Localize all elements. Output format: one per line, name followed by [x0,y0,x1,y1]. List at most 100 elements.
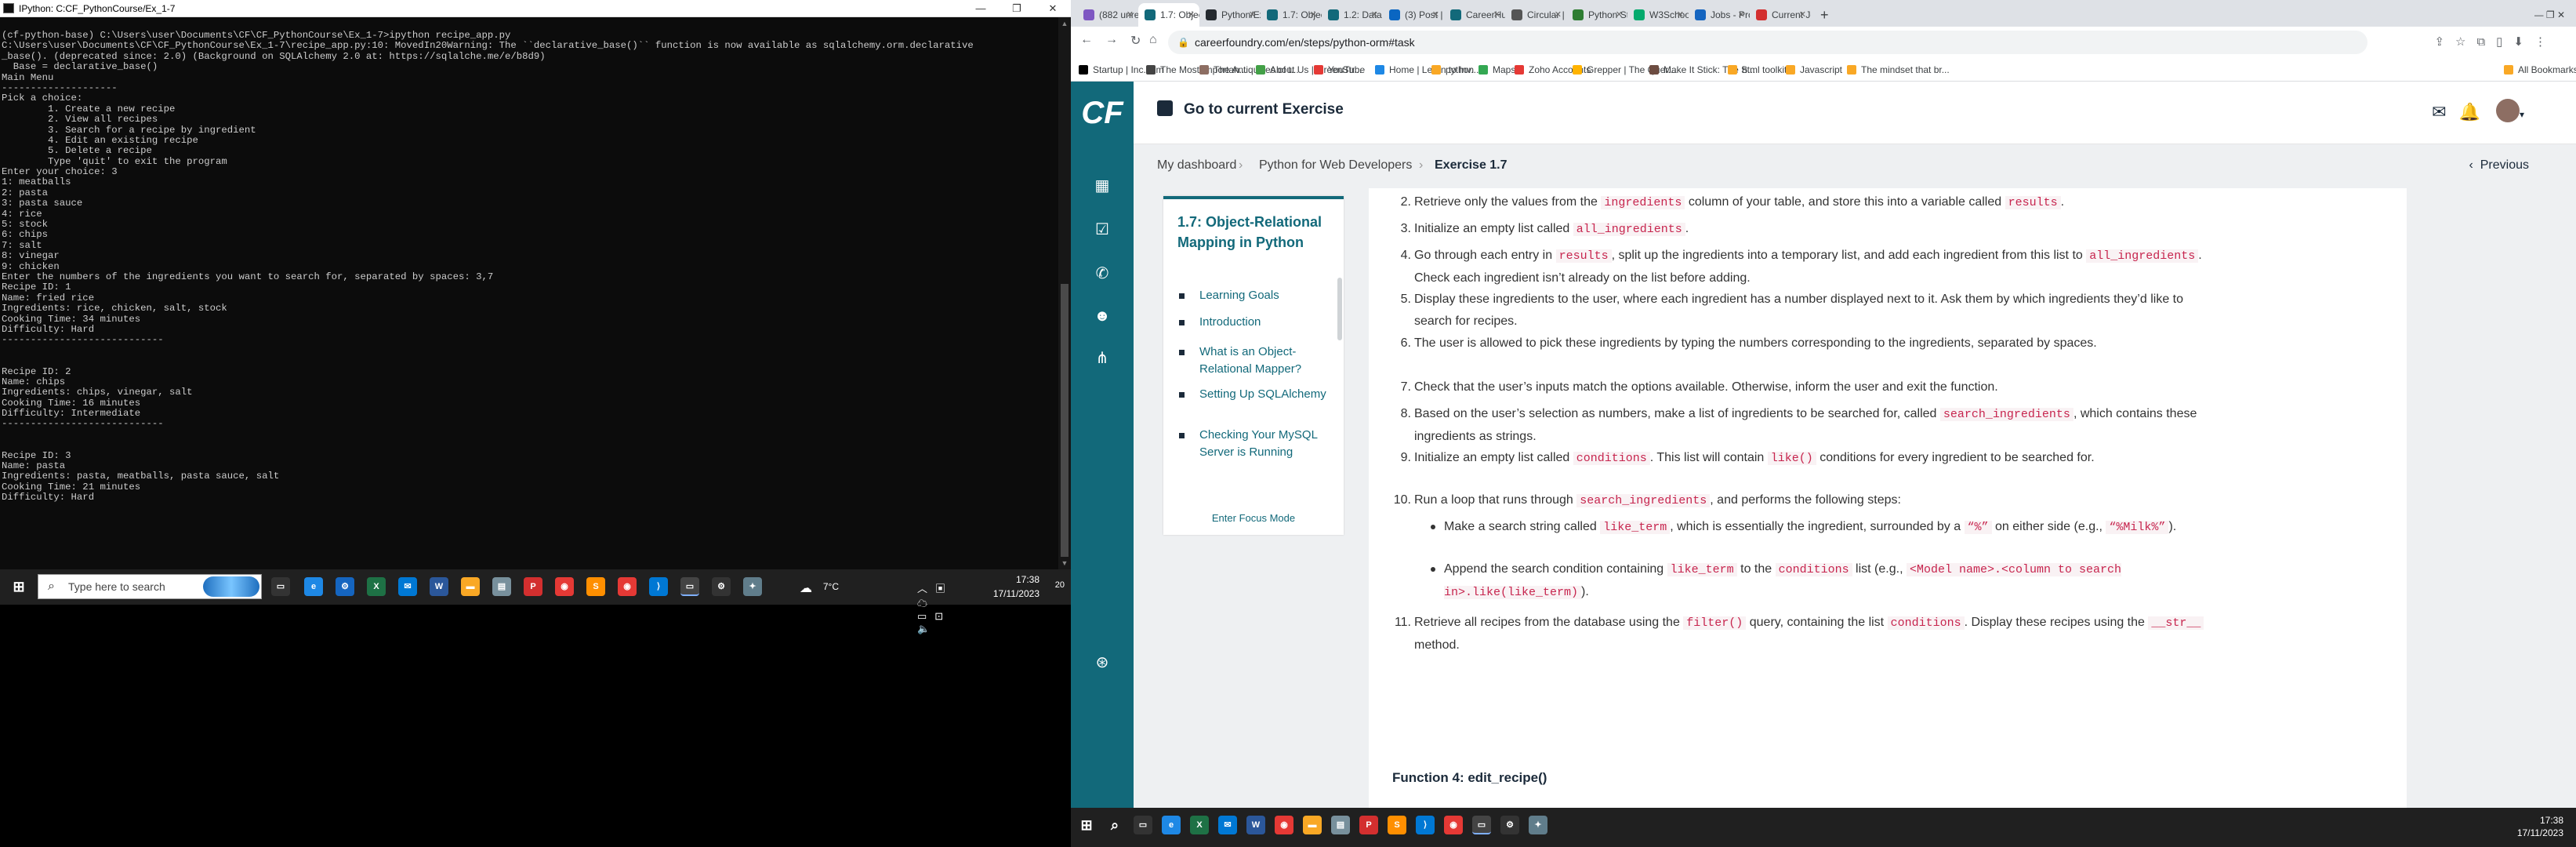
breadcrumb-course[interactable]: Python for Web Developers [1259,158,1412,173]
pdf-icon[interactable]: P [1359,816,1378,834]
bookmark-item[interactable]: YouTube [1314,64,1365,75]
app-icon[interactable]: ▤ [492,577,511,596]
weather-temp[interactable]: 7°C [823,581,839,592]
tab-close-icon[interactable]: ✕ [1799,3,1806,27]
tab-close-icon[interactable]: ✕ [1738,3,1745,27]
vscode-icon[interactable]: ⟩ [649,577,668,596]
console-output[interactable]: (cf-python-base) C:\Users\user\Documents… [0,17,1058,569]
app-icon[interactable]: ▤ [1331,816,1350,834]
toc-item[interactable]: Setting Up SQLAlchemy [1179,386,1333,403]
edge-icon[interactable]: e [1162,816,1181,834]
window-controls[interactable]: — ❐ ✕ [2534,3,2565,27]
toc-item[interactable]: Learning Goals [1179,287,1333,304]
tab-close-icon[interactable]: ✕ [1188,3,1195,27]
clock-date[interactable]: 17/11/2023 [993,588,1039,599]
browser-tab[interactable]: 1.2: Data Typ✕ [1322,3,1383,27]
search-icon[interactable]: ⌕ [1105,816,1124,834]
tray-icons[interactable]: ︿▣☁▭⊡🔈 [917,580,953,635]
vscode-icon[interactable]: ⟩ [1416,816,1435,834]
tab-close-icon[interactable]: ✕ [1493,3,1500,27]
avatar[interactable] [2495,99,2520,122]
tab-close-icon[interactable]: ✕ [1127,3,1134,27]
cf-logo[interactable]: CF [1071,82,1134,144]
chrome-alt-icon[interactable]: ◉ [618,577,637,596]
network-icon[interactable]: ⋔ [1092,348,1112,369]
task-view-icon[interactable]: ▭ [271,577,290,596]
go-to-exercise-link[interactable]: Go to current Exercise [1157,100,1344,118]
scroll-down-icon[interactable]: ▼ [1058,557,1071,569]
minimize-icon[interactable]: — [963,0,999,17]
chrome-icon[interactable]: ◉ [555,577,574,596]
tab-close-icon[interactable]: ✕ [1432,3,1439,27]
browser-tools[interactable]: ⇪☆⧉▯⬇⋮ [2434,35,2557,49]
bookmark-item[interactable]: Javascript [1786,64,1842,75]
console-scrollbar[interactable]: ▲ ▼ [1058,17,1071,569]
excel-icon[interactable]: X [367,577,386,596]
browser-tab[interactable]: Python Strin✕ [1566,3,1627,27]
mail-header-icon[interactable]: ✉ [2432,102,2458,122]
clock-time[interactable]: 17:38 [1016,574,1039,585]
excel-icon[interactable]: X [1190,816,1209,834]
gear-icon[interactable]: ⚙ [712,577,731,596]
taskbar-search[interactable]: ⌕ Type here to search [38,574,262,599]
address-bar[interactable]: 🔒 careerfoundry.com/en/steps/python-orm#… [1168,31,2367,54]
mail-icon[interactable]: ✉ [1218,816,1237,834]
chrome-alt-icon[interactable]: ◉ [1444,816,1463,834]
browser-tab[interactable]: Current Job✕ [1750,3,1811,27]
gear-icon[interactable]: ⚙ [1500,816,1519,834]
browser-tab[interactable]: Python/Exer✕ [1199,3,1261,27]
tab-close-icon[interactable]: ✕ [1555,3,1562,27]
close-icon[interactable]: ✕ [1035,0,1071,17]
bookmark-item[interactable]: The mindset that br... [1847,64,1950,75]
breadcrumb-dashboard[interactable]: My dashboard [1157,158,1236,173]
browser-tab[interactable]: 1.7: Object-R✕ [1261,3,1322,27]
forward-icon[interactable]: → [1105,33,1118,47]
scrollbar-thumb[interactable] [1061,284,1068,557]
bookmark-item[interactable]: html toolkit [1728,64,1787,75]
tool-icon[interactable]: ✦ [1529,816,1547,834]
bell-icon[interactable]: 🔔 [2459,102,2493,122]
tab-close-icon[interactable]: ✕ [1371,3,1378,27]
console-title-bar[interactable]: IPython: C:CF_PythonCourse/Ex_1-7 — ❐ ✕ [0,0,1071,17]
scroll-up-icon[interactable]: ▲ [1058,17,1071,30]
checklist-icon[interactable]: ☑ [1092,220,1112,240]
tab-close-icon[interactable]: ✕ [1616,3,1623,27]
back-icon[interactable]: ← [1080,33,1093,47]
clock[interactable]: 17:38 17/11/2023 [2517,814,2563,839]
browser-tab[interactable]: (3) Post | Lin✕ [1383,3,1444,27]
windows-start-icon[interactable]: ⊞ [1077,816,1096,834]
tab-close-icon[interactable]: ✕ [1249,3,1256,27]
sublime-icon[interactable]: S [586,577,605,596]
support-icon[interactable]: ⊛ [1092,653,1112,673]
phone-icon[interactable]: ✆ [1092,264,1112,284]
chrome-icon[interactable]: ◉ [1275,816,1293,834]
toc-item[interactable]: What is an Object-Relational Mapper? [1179,344,1333,378]
edge-icon[interactable]: e [304,577,323,596]
terminal-taskbar-icon[interactable]: ▭ [680,577,699,596]
focus-mode-button[interactable]: Enter Focus Mode [1163,512,1344,524]
tab-close-icon[interactable]: ✕ [1310,3,1317,27]
file-explorer-icon[interactable]: ▬ [461,577,480,596]
tool-icon[interactable]: ✦ [743,577,762,596]
browser-tab[interactable]: Circular | Inv✕ [1505,3,1566,27]
bookmark-item[interactable]: Maps [1478,64,1515,75]
file-explorer-icon[interactable]: ▬ [1303,816,1322,834]
browser-tab[interactable]: W3Schools T✕ [1627,3,1689,27]
bookmark-item[interactable]: All Bookmarks [2504,64,2576,75]
sublime-icon[interactable]: S [1388,816,1406,834]
task-view-icon[interactable]: ▭ [1134,816,1152,834]
settings-app-icon[interactable]: ⚙ [336,577,354,596]
terminal-taskbar-icon[interactable]: ▭ [1472,816,1491,834]
home-icon[interactable]: ⌂ [1149,33,1157,47]
toc-item[interactable]: Introduction [1179,314,1333,331]
browser-tab[interactable]: (882 unread)✕ [1077,3,1138,27]
chevron-down-icon[interactable]: ▾ [2520,109,2537,120]
browser-tab[interactable]: Jobs - Produ✕ [1689,3,1750,27]
mail-icon[interactable]: ✉ [398,577,417,596]
word-icon[interactable]: W [1246,816,1265,834]
windows-start-icon[interactable]: ⊞ [9,577,28,596]
browser-tab[interactable]: 1.7: Object-R✕ [1138,3,1199,27]
tab-close-icon[interactable]: ✕ [1677,3,1684,27]
toc-scrollbar[interactable] [1337,278,1342,340]
pdf-icon[interactable]: P [524,577,542,596]
